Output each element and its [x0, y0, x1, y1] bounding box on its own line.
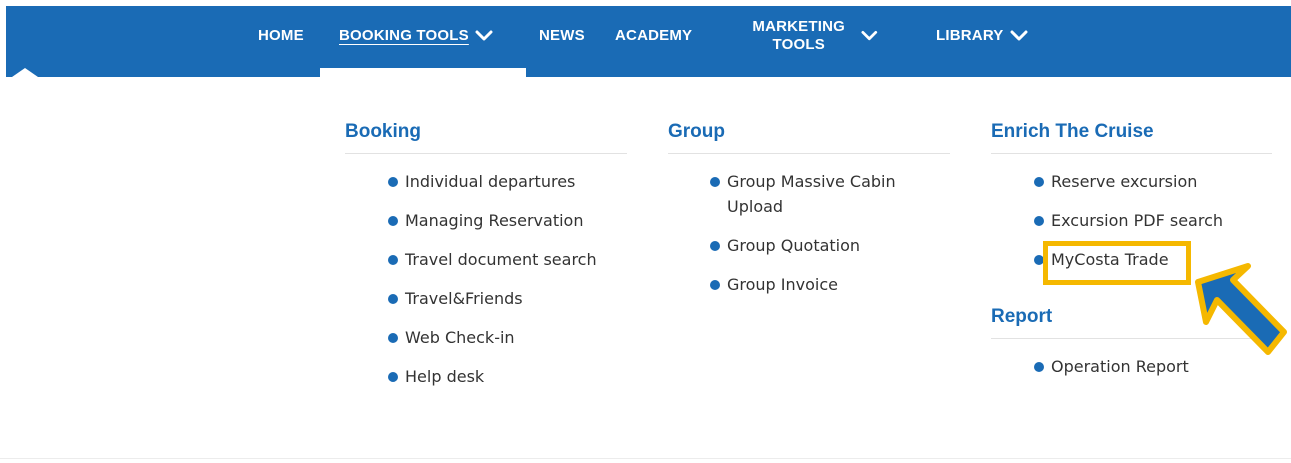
- list-item: Web Check-in: [388, 325, 627, 350]
- chevron-down-icon: [861, 30, 878, 40]
- menu-link-web-check-in[interactable]: Web Check-in: [405, 328, 515, 347]
- menu-column-booking: Booking Individual departures Managing R…: [345, 118, 627, 403]
- nav-item-label: MARKETING TOOLS: [752, 17, 846, 53]
- nav-item-booking-tools[interactable]: BOOKING TOOLS: [339, 0, 493, 71]
- list-item: Group Invoice: [710, 272, 950, 297]
- column-title: Enrich The Cruise: [991, 118, 1272, 154]
- nav-item-academy[interactable]: ACADEMY: [615, 0, 692, 71]
- menu-link-reserve-excursion[interactable]: Reserve excursion: [1051, 172, 1197, 191]
- list-item: Individual departures: [388, 169, 627, 194]
- menu-link-individual-departures[interactable]: Individual departures: [405, 172, 575, 191]
- menu-link-travel-friends[interactable]: Travel&Friends: [405, 289, 523, 308]
- menu-link-mycosta-trade[interactable]: MyCosta Trade: [1051, 250, 1169, 269]
- nav-pointer-notch: [12, 68, 38, 77]
- chevron-down-icon: [1010, 30, 1028, 40]
- chevron-down-icon: [475, 30, 493, 40]
- nav-item-marketing-tools[interactable]: MARKETING TOOLS: [748, 0, 878, 71]
- footer-divider: [0, 458, 1291, 459]
- menu-link-group-massive-cabin-upload[interactable]: Group Massive Cabin Upload: [727, 172, 896, 216]
- active-tab-indicator: [320, 68, 526, 77]
- menu-link-help-desk[interactable]: Help desk: [405, 367, 484, 386]
- menu-column-enrich-the-cruise: Enrich The Cruise Reserve excursion Excu…: [991, 118, 1272, 286]
- list-item: Group Quotation: [710, 233, 950, 258]
- column-title: Booking: [345, 118, 627, 154]
- menu-link-group-quotation[interactable]: Group Quotation: [727, 236, 860, 255]
- menu-link-excursion-pdf-search[interactable]: Excursion PDF search: [1051, 211, 1223, 230]
- list-item: Excursion PDF search: [1034, 208, 1272, 233]
- nav-item-label: ACADEMY: [615, 27, 693, 44]
- nav-item-label: LIBRARY: [936, 27, 1004, 44]
- nav-item-label: NEWS: [539, 27, 585, 44]
- list-item: Travel&Friends: [388, 286, 627, 311]
- menu-link-group-invoice[interactable]: Group Invoice: [727, 275, 838, 294]
- menu-link-managing-reservation[interactable]: Managing Reservation: [405, 211, 583, 230]
- list-item: Help desk: [388, 364, 627, 389]
- list-item: Travel document search: [388, 247, 627, 272]
- menu-link-travel-document-search[interactable]: Travel document search: [405, 250, 597, 269]
- nav-item-label: BOOKING TOOLS: [339, 27, 469, 44]
- column-title: Group: [668, 118, 950, 154]
- nav-item-home[interactable]: HOME: [258, 0, 304, 71]
- list-item: Group Massive Cabin Upload: [710, 169, 920, 219]
- menu-list-enrich: Reserve excursion Excursion PDF search M…: [991, 169, 1272, 272]
- nav-item-news[interactable]: NEWS: [539, 0, 585, 71]
- nav-item-label: HOME: [258, 27, 304, 44]
- menu-column-group: Group Group Massive Cabin Upload Group Q…: [668, 118, 950, 311]
- nav-item-library[interactable]: LIBRARY: [936, 0, 1028, 71]
- menu-list-group: Group Massive Cabin Upload Group Quotati…: [668, 169, 950, 297]
- arrow-pointer-icon: [1195, 263, 1287, 355]
- menu-link-operation-report[interactable]: Operation Report: [1051, 357, 1189, 376]
- list-item: Reserve excursion: [1034, 169, 1272, 194]
- list-item: Managing Reservation: [388, 208, 627, 233]
- menu-list-booking: Individual departures Managing Reservati…: [345, 169, 627, 389]
